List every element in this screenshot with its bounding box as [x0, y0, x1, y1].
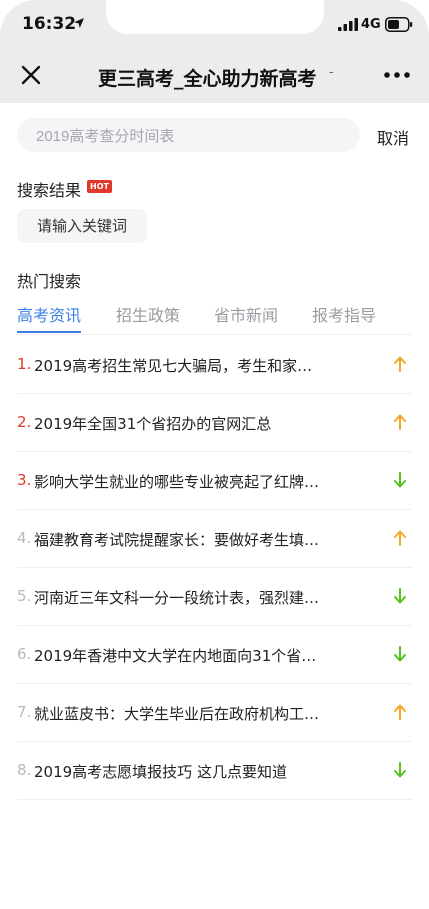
tab-admission-policy[interactable]: 招生政策	[116, 302, 180, 326]
hot-search-title: 热门搜索	[17, 272, 82, 291]
arrow-down-icon	[394, 762, 406, 778]
list-item[interactable]: 3. 影响大学生就业的哪些专业被亮起了红牌…	[17, 451, 412, 510]
arrow-up-icon	[394, 704, 406, 720]
item-rank: 1.	[17, 355, 32, 373]
item-rank: 3.	[17, 471, 32, 489]
tab-gaokao-news[interactable]: 高考资讯	[17, 302, 81, 326]
list-item[interactable]: 2. 2019年全国31个省招办的官网汇总	[17, 393, 412, 452]
battery-icon	[385, 17, 413, 32]
active-tab-indicator	[17, 331, 81, 333]
hot-badge: HOT	[87, 180, 112, 193]
list-item[interactable]: 4. 福建教育考试院提醒家长：要做好考生填…	[17, 509, 412, 568]
tab-application-guide[interactable]: 报考指导	[312, 302, 376, 326]
close-icon[interactable]	[18, 62, 44, 88]
search-results-title: 搜索结果	[17, 181, 82, 200]
list-item[interactable]: 8. 2019高考志愿填报技巧 这几点要知道	[17, 741, 412, 800]
item-title: 2019年全国31个省招办的官网汇总	[34, 415, 272, 433]
item-title: 2019高考招生常见七大骗局，考生和家…	[34, 357, 313, 375]
item-title: 2019高考志愿填报技巧 这几点要知道	[34, 763, 287, 781]
item-rank: 5.	[17, 587, 32, 605]
status-bar: 16:32 4G	[0, 0, 429, 48]
item-rank: 2.	[17, 413, 32, 431]
search-input[interactable]	[34, 118, 348, 154]
cancel-button[interactable]: 取消	[377, 125, 409, 149]
phone-screen: 16:32 4G 更三高考_全心助力新高考 - 2019高考查分时间表 取消 搜…	[0, 0, 429, 909]
keyword-hint-chip[interactable]: 请输入关键词	[17, 209, 147, 243]
network-type: 4G	[361, 17, 381, 32]
list-item[interactable]: 6. 2019年香港中文大学在内地面向31个省…	[17, 625, 412, 684]
arrow-down-icon	[394, 646, 406, 662]
status-time: 16:32	[22, 14, 77, 34]
list-item[interactable]: 7. 就业蓝皮书：大学生毕业后在政府机构工…	[17, 683, 412, 742]
tab-provincial-news[interactable]: 省市新闻	[214, 302, 278, 326]
search-bar	[17, 118, 360, 154]
item-title: 河南近三年文科一分一段统计表，强烈建…	[34, 589, 320, 607]
item-rank: 7.	[17, 703, 32, 721]
page-title-suffix: -	[329, 65, 334, 80]
screen-notch	[106, 0, 324, 34]
arrow-down-icon	[394, 588, 406, 604]
item-title: 福建教育考试院提醒家长：要做好考生填…	[34, 531, 320, 549]
arrow-up-icon	[394, 530, 406, 546]
arrow-up-icon	[394, 356, 406, 372]
item-title: 就业蓝皮书：大学生毕业后在政府机构工…	[34, 705, 320, 723]
item-rank: 6.	[17, 645, 32, 663]
list-item[interactable]: 5. 河南近三年文科一分一段统计表，强烈建…	[17, 567, 412, 626]
item-rank: 8.	[17, 761, 32, 779]
signal-icon	[338, 18, 358, 31]
item-title: 2019年香港中文大学在内地面向31个省…	[34, 647, 317, 665]
page-title: 更三高考_全心助力新高考	[98, 68, 317, 90]
nav-bar: 更三高考_全心助力新高考 -	[0, 48, 429, 103]
location-arrow-icon	[74, 18, 84, 28]
arrow-up-icon	[394, 414, 406, 430]
list-item[interactable]: 1. 2019高考招生常见七大骗局，考生和家…	[17, 335, 412, 394]
hot-search-tabs: 高考资讯 招生政策 省市新闻 报考指导	[0, 302, 429, 334]
item-title: 影响大学生就业的哪些专业被亮起了红牌…	[34, 473, 320, 491]
arrow-down-icon	[394, 472, 406, 488]
item-rank: 4.	[17, 529, 32, 547]
more-icon[interactable]	[383, 70, 411, 80]
